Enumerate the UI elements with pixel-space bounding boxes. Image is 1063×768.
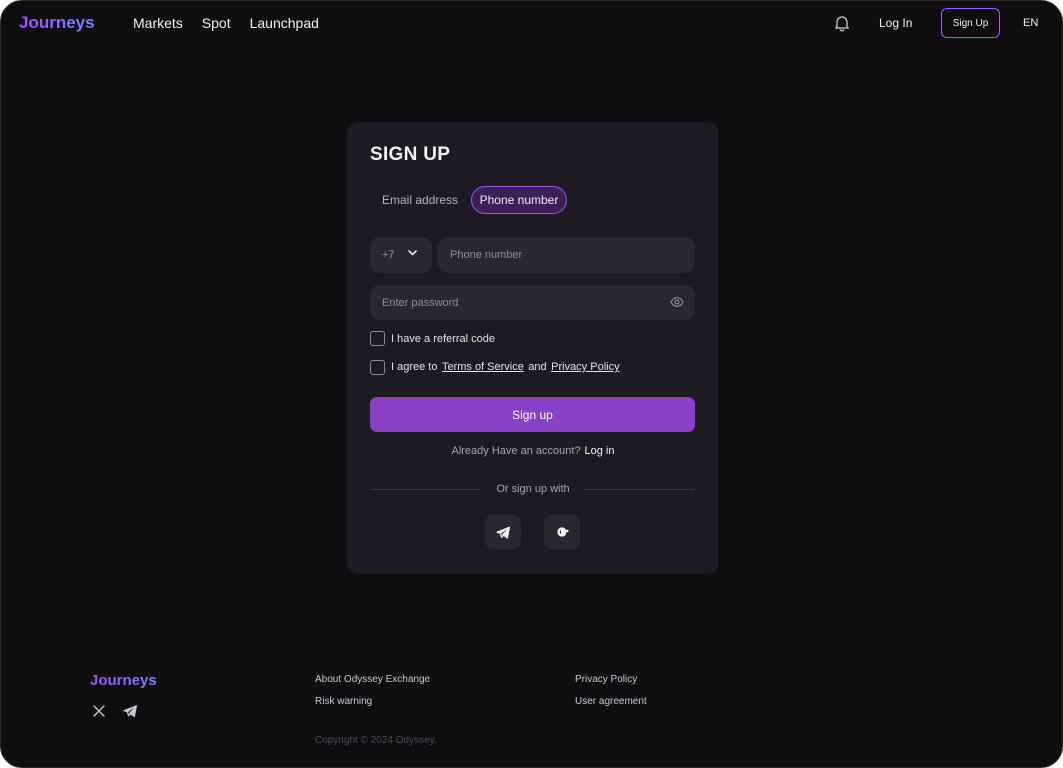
app-frame: Journeys Markets Spot Launchpad Log In S… xyxy=(0,0,1063,768)
nav-spot[interactable]: Spot xyxy=(202,15,231,31)
country-code-select[interactable]: +7 xyxy=(370,237,432,273)
already-text: Already Have an account? xyxy=(451,445,581,457)
footer-logo[interactable]: Journeys xyxy=(90,672,157,689)
privacy-link[interactable]: Privacy Policy xyxy=(551,361,619,373)
password-input[interactable] xyxy=(370,285,695,320)
login-link[interactable]: Log in xyxy=(585,445,615,457)
header-signup-button[interactable]: Sign Up xyxy=(941,8,1000,38)
footer-link-risk[interactable]: Risk warning xyxy=(315,696,372,707)
tab-phone[interactable]: Phone number xyxy=(471,186,567,214)
tab-email[interactable]: Email address xyxy=(382,193,458,207)
page-title: SIGN UP xyxy=(370,144,451,165)
footer-link-privacy[interactable]: Privacy Policy xyxy=(575,674,637,685)
signup-submit-button[interactable]: Sign up xyxy=(370,397,695,432)
phone-input[interactable] xyxy=(438,237,695,273)
header-login-link[interactable]: Log In xyxy=(879,16,912,30)
language-selector[interactable]: EN xyxy=(1023,17,1038,29)
nav-markets[interactable]: Markets xyxy=(133,15,183,31)
referral-checkbox[interactable] xyxy=(370,331,385,346)
telegram-icon xyxy=(496,526,510,539)
telegram-icon[interactable] xyxy=(123,704,137,718)
referral-row: I have a referral code xyxy=(370,331,495,346)
already-account: Already Have an account? Log in xyxy=(347,445,719,457)
google-signup-button[interactable] xyxy=(544,515,580,549)
main-nav: Markets Spot Launchpad xyxy=(133,15,319,31)
country-code-value: +7 xyxy=(382,249,395,261)
agree-checkbox[interactable] xyxy=(370,359,385,375)
chevron-down-icon xyxy=(408,250,417,256)
google-icon xyxy=(557,527,569,537)
telegram-signup-button[interactable] xyxy=(485,515,521,549)
copyright-text: Copyright © 2024 Odyssey. xyxy=(315,735,437,746)
divider-right xyxy=(584,489,695,490)
terms-link[interactable]: Terms of Service xyxy=(442,361,524,373)
bell-icon[interactable] xyxy=(834,14,850,32)
footer-link-agreement[interactable]: User agreement xyxy=(575,696,647,707)
agree-prefix: I agree to xyxy=(391,361,438,373)
referral-label: I have a referral code xyxy=(391,332,495,345)
eye-icon[interactable] xyxy=(670,296,684,308)
x-icon[interactable] xyxy=(92,704,106,718)
agree-row: I agree to Terms of Service and Privacy … xyxy=(370,358,620,376)
header-logo[interactable]: Journeys xyxy=(19,13,95,33)
nav-launchpad[interactable]: Launchpad xyxy=(250,15,319,31)
footer-link-about[interactable]: About Odyssey Exchange xyxy=(315,674,430,685)
agree-and: and xyxy=(528,361,547,373)
signup-card: SIGN UP Email address Phone number +7 I … xyxy=(347,122,719,574)
